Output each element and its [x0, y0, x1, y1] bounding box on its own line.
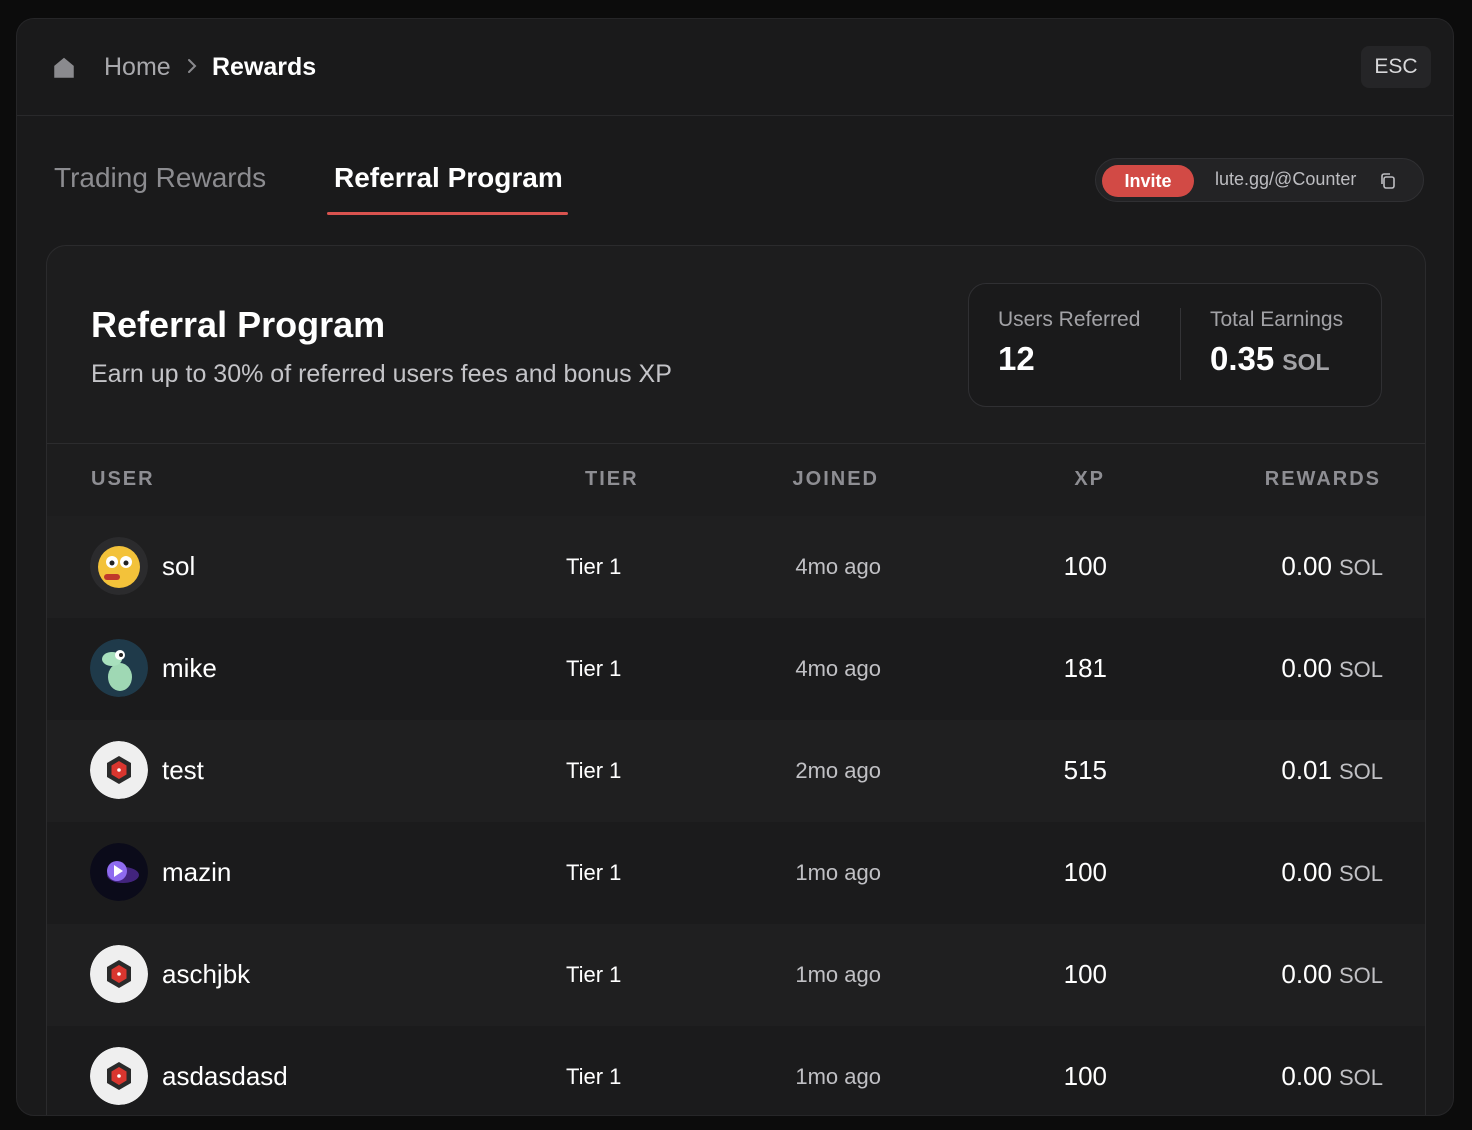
hexagon-logo-avatar	[90, 1047, 148, 1105]
reward-unit: SOL	[1338, 861, 1383, 886]
reward-value: 0.00 SOL	[1281, 653, 1383, 684]
table-row[interactable]: asdasdasd Tier 1 1mo ago 100 0.00 SOL	[47, 1026, 1425, 1115]
joined-value: 4mo ago	[795, 554, 881, 579]
emoji-face-avatar	[90, 537, 148, 595]
user-name: mike	[162, 653, 217, 683]
hexagon-logo-avatar	[90, 945, 148, 1003]
table-row[interactable]: aschjbk Tier 1 1mo ago 100 0.00 SOL	[47, 924, 1425, 1026]
reward-amount: 0.00	[1281, 857, 1332, 887]
table-row[interactable]: mazin Tier 1 1mo ago 100 0.00 SOL	[47, 822, 1425, 924]
xp-value: 515	[1063, 755, 1107, 785]
joined-value: 2mo ago	[795, 758, 881, 783]
invite-link-text[interactable]: lute.gg/@Counter	[1215, 169, 1356, 190]
card-subtitle: Earn up to 30% of referred users fees an…	[91, 360, 672, 388]
reward-unit: SOL	[1338, 963, 1383, 988]
joined-value: 4mo ago	[795, 656, 881, 681]
column-header-rewards: REWARDS	[1264, 468, 1381, 490]
user-name: asdasdasd	[162, 1061, 288, 1091]
table-row[interactable]: sol Tier 1 4mo ago 100 0.00 SOL	[47, 516, 1425, 618]
reward-value: 0.00 SOL	[1281, 959, 1383, 990]
rewards-modal: Home Rewards ESC Trading Rewards Referra…	[16, 18, 1454, 1116]
active-tab-indicator	[327, 212, 568, 215]
user-name: aschjbk	[162, 959, 251, 989]
tier-value: Tier 1	[566, 758, 622, 783]
tier-value: Tier 1	[566, 1064, 622, 1089]
user-name: test	[162, 755, 204, 785]
frog-avatar	[90, 639, 148, 697]
invite-link-pill: Invite lute.gg/@Counter	[1095, 158, 1424, 202]
reward-unit: SOL	[1338, 759, 1383, 784]
reward-amount: 0.00	[1281, 959, 1332, 989]
xp-value: 181	[1063, 653, 1107, 683]
total-earnings-amount: 0.35	[1210, 340, 1275, 377]
column-header-tier: TIER	[585, 468, 639, 490]
chevron-right-icon	[188, 59, 197, 73]
reward-value: 0.00 SOL	[1281, 551, 1383, 582]
copy-icon[interactable]	[1379, 172, 1397, 190]
table-row[interactable]: mike Tier 1 4mo ago 181 0.00 SOL	[47, 618, 1425, 720]
column-header-joined: JOINED	[792, 468, 879, 490]
tab-trading-rewards[interactable]: Trading Rewards	[54, 162, 266, 194]
xp-value: 100	[1063, 959, 1107, 989]
reward-amount: 0.00	[1281, 1061, 1332, 1091]
joined-value: 1mo ago	[795, 1064, 881, 1089]
esc-close-button[interactable]: ESC	[1361, 46, 1431, 88]
tier-value: Tier 1	[566, 860, 622, 885]
user-name: sol	[162, 551, 196, 581]
total-earnings-label: Total Earnings	[1210, 308, 1344, 331]
stats-box: Users Referred 12 Total Earnings 0.35 SOL	[968, 283, 1382, 407]
joined-value: 1mo ago	[795, 860, 881, 885]
tab-referral-program[interactable]: Referral Program	[334, 162, 563, 194]
reward-unit: SOL	[1338, 555, 1383, 580]
tier-value: Tier 1	[566, 656, 622, 681]
tier-value: Tier 1	[566, 554, 622, 579]
purple-orb-avatar	[90, 843, 148, 901]
column-header-user: USER	[91, 468, 155, 490]
reward-unit: SOL	[1338, 1065, 1383, 1090]
reward-value: 0.00 SOL	[1281, 1061, 1383, 1092]
joined-value: 1mo ago	[795, 962, 881, 987]
tier-value: Tier 1	[566, 962, 622, 987]
breadcrumb-home[interactable]: Home	[104, 53, 171, 82]
reward-amount: 0.00	[1281, 551, 1332, 581]
home-icon[interactable]	[51, 55, 77, 81]
user-name: mazin	[162, 857, 232, 887]
referral-card: Referral Program Earn up to 30% of refer…	[46, 245, 1426, 1115]
table-header: USER TIER JOINED XP REWARDS	[47, 444, 1425, 516]
stat-divider	[1180, 308, 1181, 380]
card-title: Referral Program	[91, 304, 386, 345]
reward-value: 0.00 SOL	[1281, 857, 1383, 888]
users-referred-value: 12	[998, 340, 1035, 377]
xp-value: 100	[1063, 857, 1107, 887]
column-header-xp: XP	[1074, 468, 1105, 490]
tab-bar: Trading Rewards Referral Program Invite …	[17, 116, 1453, 244]
reward-amount: 0.00	[1281, 653, 1332, 683]
reward-unit: SOL	[1338, 657, 1383, 682]
invite-button[interactable]: Invite	[1102, 165, 1194, 197]
hexagon-logo-avatar	[90, 741, 148, 799]
reward-value: 0.01 SOL	[1281, 755, 1383, 786]
modal-header: Home Rewards ESC	[17, 19, 1453, 116]
total-earnings-unit: SOL	[1282, 349, 1330, 375]
breadcrumb-current: Rewards	[212, 53, 317, 81]
reward-amount: 0.01	[1281, 755, 1332, 785]
referral-summary: Referral Program Earn up to 30% of refer…	[47, 246, 1425, 444]
xp-value: 100	[1063, 1061, 1107, 1091]
table-row[interactable]: test Tier 1 2mo ago 515 0.01 SOL	[47, 720, 1425, 822]
users-referred-label: Users Referred	[998, 308, 1141, 331]
xp-value: 100	[1063, 551, 1107, 581]
total-earnings-value: 0.35 SOL	[1210, 340, 1330, 378]
